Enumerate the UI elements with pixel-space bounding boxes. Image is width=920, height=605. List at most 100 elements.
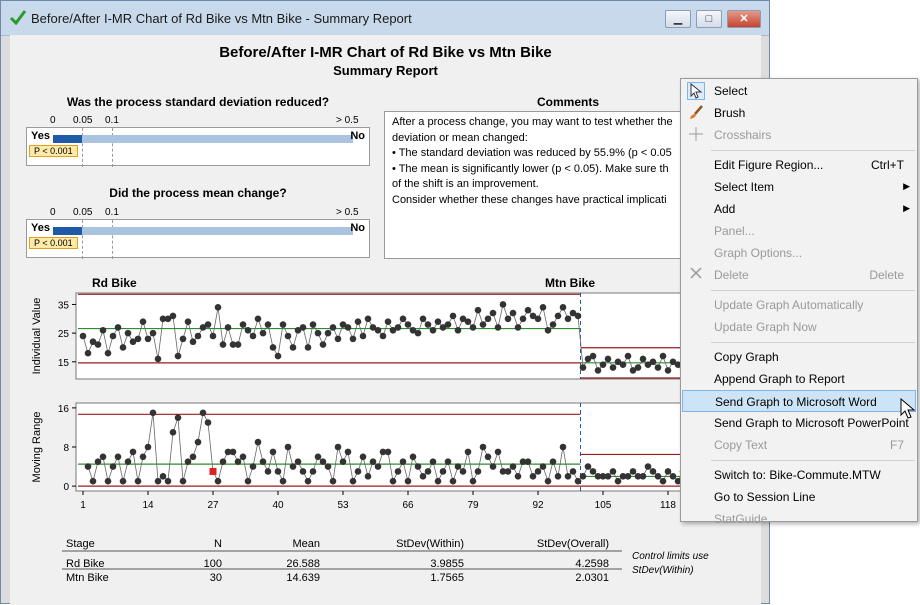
data-point — [389, 477, 397, 485]
data-point — [419, 315, 427, 323]
menu-item-label: Update Graph Automatically — [714, 298, 864, 312]
menu-separator — [711, 150, 915, 151]
data-point — [534, 315, 542, 323]
data-point — [84, 349, 92, 357]
crosshairs-icon — [687, 126, 705, 144]
menu-item-label: Switch to: Bike-Commute.MTW — [714, 468, 881, 482]
data-point — [604, 355, 612, 363]
data-point — [539, 463, 547, 470]
menu-item-select-item[interactable]: Select Item ▶ — [682, 176, 916, 198]
data-point — [124, 458, 132, 465]
data-point — [249, 332, 257, 340]
data-point — [424, 321, 432, 328]
minimize-button[interactable]: ▁ — [665, 10, 691, 28]
menu-item-select[interactable]: Select — [682, 80, 916, 102]
data-point — [479, 321, 487, 328]
data-point — [284, 332, 292, 340]
data-point — [249, 463, 257, 470]
table-cell: 2.0301 — [575, 572, 609, 584]
menu-item-label: Send Graph to Microsoft PowerPoint — [714, 416, 909, 430]
menu-item-update-graph-now[interactable]: Update Graph Now — [682, 316, 916, 338]
submenu-arrow-icon: ▶ — [903, 181, 910, 191]
maximize-button[interactable]: □ — [696, 10, 722, 28]
menu-item-switch-to-bike-commute-mtw[interactable]: Switch to: Bike-Commute.MTW — [682, 464, 916, 486]
table-cell: 26.588 — [286, 558, 320, 570]
cursor-icon — [687, 82, 705, 100]
title-bar[interactable]: Before/After I-MR Chart of Rd Bike vs Mt… — [1, 1, 769, 36]
menu-item-send-graph-to-microsoft-powerpoint[interactable]: Send Graph to Microsoft PowerPoint — [682, 412, 916, 434]
imr-chart[interactable]: 152535Individual Value0816Moving Range1 1… — [10, 287, 761, 537]
data-point — [289, 463, 297, 470]
data-point — [169, 312, 177, 320]
data-point — [619, 361, 627, 368]
data-point — [264, 468, 272, 475]
data-point — [599, 361, 607, 368]
data-point — [434, 318, 442, 325]
data-point — [449, 477, 457, 485]
window-title: Before/After I-MR Chart of Rd Bike vs Mt… — [31, 11, 412, 26]
data-point — [354, 318, 362, 325]
data-point — [314, 453, 322, 461]
data-point — [409, 453, 417, 461]
menu-item-go-to-session-line[interactable]: Go to Session Line — [682, 486, 916, 508]
data-point — [214, 477, 222, 485]
menu-item-brush[interactable]: Brush — [682, 102, 916, 124]
data-point — [524, 306, 532, 314]
data-point — [344, 448, 352, 456]
menu-item-append-graph-to-report[interactable]: Append Graph to Report — [682, 368, 916, 390]
data-point — [99, 326, 107, 334]
table-header: Stage — [66, 538, 95, 550]
data-point — [239, 453, 247, 461]
data-point — [484, 453, 492, 461]
data-point — [659, 477, 667, 485]
menu-item-update-graph-automatically[interactable]: Update Graph Automatically — [682, 294, 916, 316]
menu-item-add[interactable]: Add ▶ — [682, 198, 916, 220]
data-point — [399, 458, 407, 465]
data-point — [164, 477, 172, 485]
data-point — [584, 463, 592, 470]
menu-item-send-graph-to-microsoft-word[interactable]: Send Graph to Microsoft Word — [682, 390, 916, 412]
data-point — [294, 458, 302, 465]
data-point — [264, 321, 272, 328]
menu-item-copy-text[interactable]: Copy Text F7 — [682, 434, 916, 456]
menu-item-shortcut: Ctrl+T — [871, 158, 904, 172]
menu-separator — [711, 342, 915, 343]
menu-item-edit-figure-region[interactable]: Edit Figure Region... Ctrl+T — [682, 154, 916, 176]
data-point — [489, 309, 497, 317]
pvalue-scale-b — [53, 227, 353, 235]
y-tick-label: 16 — [58, 404, 70, 415]
data-point — [574, 477, 582, 485]
data-point — [319, 341, 327, 348]
menu-item-delete[interactable]: Delete Delete — [682, 264, 916, 286]
menu-item-statguide[interactable]: StatGuide — [682, 508, 916, 530]
data-point — [464, 448, 472, 456]
data-point — [194, 332, 202, 340]
data-point — [654, 473, 662, 480]
menu-item-copy-graph[interactable]: Copy Graph — [682, 346, 916, 368]
data-point — [654, 364, 662, 371]
data-point — [369, 458, 377, 465]
data-point — [269, 344, 277, 351]
data-point — [159, 473, 167, 480]
report-canvas[interactable]: Before/After I-MR Chart of Rd Bike vs Mt… — [10, 35, 774, 605]
close-button[interactable]: ✕ — [727, 10, 761, 28]
data-point — [564, 315, 572, 323]
data-point — [459, 468, 467, 475]
tick-0-b: 0 — [50, 207, 56, 218]
data-point — [244, 326, 252, 334]
question-stdev: Was the process standard deviation reduc… — [66, 95, 330, 109]
data-point — [274, 352, 282, 360]
data-point — [259, 329, 267, 337]
data-point — [544, 477, 552, 485]
data-point — [189, 453, 197, 461]
data-point — [354, 468, 362, 475]
menu-item-crosshairs[interactable]: Crosshairs — [682, 124, 916, 146]
menu-item-graph-options[interactable]: Graph Options... — [682, 242, 916, 264]
data-point — [234, 341, 242, 348]
note-line: StDev(Within) — [632, 565, 694, 576]
question-mean: Did the process mean change? — [109, 186, 287, 200]
data-point — [334, 335, 342, 343]
y-tick-label: 15 — [58, 358, 70, 369]
data-point — [484, 315, 492, 323]
menu-item-panel[interactable]: Panel... — [682, 220, 916, 242]
